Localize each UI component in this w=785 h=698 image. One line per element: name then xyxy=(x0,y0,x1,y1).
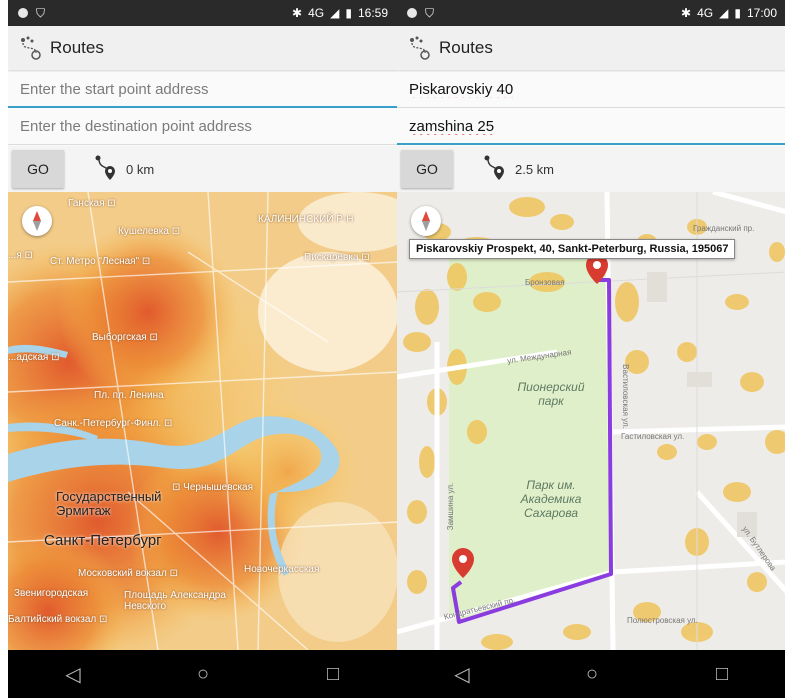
map-label: Московский вокзал ⊡ xyxy=(78,568,178,579)
shield-icon: ⛉ xyxy=(425,5,435,20)
route-distance-icon xyxy=(95,155,115,180)
app-title: Routes xyxy=(439,38,493,57)
go-button[interactable]: GO xyxy=(401,150,453,188)
status-time: 16:59 xyxy=(357,6,388,20)
compass-button[interactable] xyxy=(22,206,52,236)
map-label: Пл. пл. Ленина xyxy=(94,390,164,401)
status-time: 17:00 xyxy=(746,6,777,20)
distance-label: 2.5 km xyxy=(515,161,555,177)
route-map xyxy=(397,192,785,650)
park-label: Парк им. Академика Сахарова xyxy=(520,478,582,520)
battery-icon: ▮ xyxy=(734,6,741,20)
map-label: КАЛИНИНСКИЙ Р-Н xyxy=(258,214,354,225)
compass-icon xyxy=(33,211,41,231)
phone-screen-left: ⛉ ✱ 4G ◢ ▮ 16:59 Routes GO 0 km xyxy=(8,0,398,698)
signal-type: 4G xyxy=(697,6,714,20)
map-label: Новочеркасская xyxy=(244,564,320,575)
map-label: Ганская ⊡ xyxy=(68,198,116,209)
street-label: Гражданский пр. xyxy=(693,224,755,233)
street-label: Вастиловская ул. xyxy=(620,364,630,429)
back-button[interactable]: ◁ xyxy=(43,662,103,687)
street-label: Полюстровская ул. xyxy=(627,616,698,625)
distance-label: 0 km xyxy=(126,161,155,177)
start-address-field[interactable] xyxy=(8,72,398,108)
start-address-input[interactable] xyxy=(409,81,775,98)
map-label: ⊡ Чернышевская xyxy=(172,482,254,493)
battery-icon: ▮ xyxy=(345,6,352,20)
compass-button[interactable] xyxy=(411,206,441,236)
bluetooth-icon: ✱ xyxy=(292,6,303,20)
map-label: Балтийский вокзал ⊡ xyxy=(8,614,108,625)
map-label: Звенигородская xyxy=(14,588,89,599)
status-bar: ⛉ ✱ 4G ◢ ▮ 16:59 xyxy=(8,0,398,26)
start-address-field[interactable] xyxy=(397,72,785,108)
map-label: Пискарёвка ⊡ xyxy=(304,252,370,263)
app-bar: Routes xyxy=(8,26,398,70)
map-view[interactable]: Ганская ⊡ КАЛИНИНСКИЙ Р-Н Кушелевка ⊡ Ст… xyxy=(8,192,398,650)
destination-address-field[interactable] xyxy=(397,109,785,145)
routes-app-icon xyxy=(21,36,41,60)
map-label-hermitage: Государственный Эрмитаж xyxy=(56,489,162,518)
destination-address-field[interactable] xyxy=(8,109,398,145)
phone-screen-right: ⛉ ✱ 4G ◢ ▮ 17:00 Routes GO 2.5 km xyxy=(397,0,785,698)
route-controls: GO 2.5 km xyxy=(397,146,785,192)
routes-app-icon xyxy=(410,36,430,60)
go-button[interactable]: GO xyxy=(12,150,64,188)
street-label: Гастиловская ул. xyxy=(621,432,685,441)
home-button[interactable]: ○ xyxy=(562,663,622,686)
map-label: Ст. Метро "Лесная" ⊡ xyxy=(50,256,151,267)
route-controls: GO 0 km xyxy=(8,146,398,192)
signal-icon: ◢ xyxy=(719,6,729,20)
address-tooltip: Piskarovskiy Prospekt, 40, Sankt-Peterbu… xyxy=(409,239,736,259)
map-label: ...адская ⊡ xyxy=(8,352,60,363)
street-label: Замшина ул. xyxy=(446,482,456,531)
home-button[interactable]: ○ xyxy=(173,663,233,686)
map-label: Кушелевка ⊡ xyxy=(118,226,181,237)
signal-type: 4G xyxy=(308,6,325,20)
map-view[interactable]: Piskarovskiy Prospekt, 40, Sankt-Peterbu… xyxy=(397,192,785,650)
recents-button[interactable]: □ xyxy=(303,663,363,686)
start-address-input[interactable] xyxy=(20,80,386,98)
notification-dot-icon xyxy=(407,8,417,18)
navigation-bar: ◁ ○ □ xyxy=(8,650,398,698)
app-title: Routes xyxy=(50,38,104,57)
signal-icon: ◢ xyxy=(330,6,340,20)
destination-address-input[interactable] xyxy=(409,117,775,135)
navigation-bar: ◁ ○ □ xyxy=(397,650,785,698)
status-bar: ⛉ ✱ 4G ◢ ▮ 17:00 xyxy=(397,0,785,26)
recents-button[interactable]: □ xyxy=(692,663,752,686)
park-label: Пионерский парк xyxy=(517,380,585,408)
route-distance-icon xyxy=(484,155,504,180)
shield-icon: ⛉ xyxy=(36,5,46,20)
map-label: Санк.-Петербург-Финл. ⊡ xyxy=(54,418,173,429)
compass-icon xyxy=(422,211,430,231)
destination-address-input[interactable] xyxy=(20,118,386,135)
map-label: ...я ⊡ xyxy=(8,250,33,261)
back-button[interactable]: ◁ xyxy=(432,662,492,687)
notification-dot-icon xyxy=(18,8,28,18)
map-label: Выборгская ⊡ xyxy=(92,332,158,343)
map-label: Площадь Александра Невского xyxy=(124,590,226,612)
street-label: Бронзовая xyxy=(525,278,565,287)
map-label-city: Санкт-Петербург xyxy=(44,532,162,549)
app-bar: Routes xyxy=(397,26,785,70)
bluetooth-icon: ✱ xyxy=(681,6,692,20)
